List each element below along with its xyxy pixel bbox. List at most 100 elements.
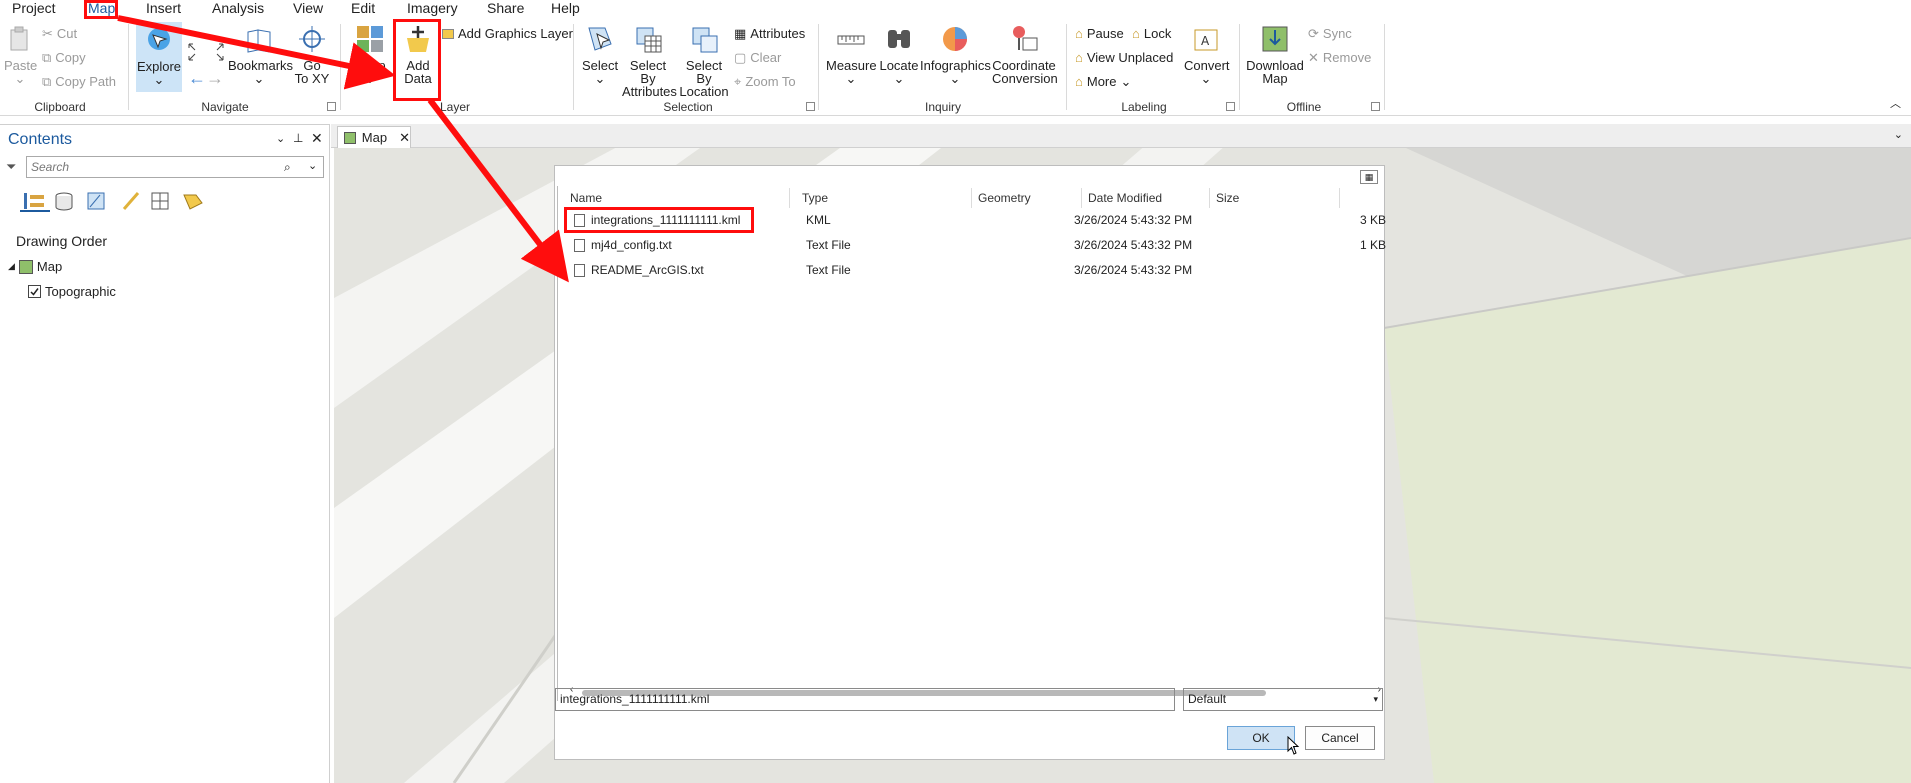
pause-label: Pause	[1086, 26, 1124, 41]
column-header-name[interactable]: Name	[564, 188, 790, 208]
menu-view[interactable]: View	[293, 0, 323, 18]
add-data-button[interactable]: Add Data	[398, 24, 438, 85]
select-button[interactable]: Select ⌄	[582, 24, 618, 85]
file-name-input[interactable]: integrations_1111111111.kml	[555, 688, 1175, 711]
cancel-button[interactable]: Cancel	[1305, 726, 1375, 750]
close-tab-icon[interactable]: ✕	[399, 130, 410, 146]
sync-button[interactable]: ⟳ Sync	[1308, 27, 1352, 40]
contents-pane: Contents ⌄ ⊥ ✕ ⏷ Search ⌕ ⌄ Drawing Orde…	[0, 124, 330, 783]
column-header-geometry[interactable]: Geometry	[972, 188, 1082, 208]
filter-icon[interactable]: ⏷	[6, 159, 16, 175]
menu-project[interactable]: Project	[12, 0, 56, 18]
ok-button[interactable]: OK	[1227, 726, 1295, 750]
locate-button[interactable]: Locate ⌄	[878, 24, 920, 85]
measure-button[interactable]: Measure ⌄	[826, 24, 877, 85]
sync-icon: ⟳	[1308, 26, 1319, 41]
layer-visibility-checkbox[interactable]	[28, 285, 41, 298]
file-filter-value: Default	[1188, 692, 1227, 706]
navigate-launcher-icon[interactable]	[327, 102, 336, 111]
cut-label: Cut	[56, 26, 78, 41]
attributes-label: Attributes	[750, 26, 806, 41]
file-list: Name Type Geometry Date Modified Size in…	[557, 186, 1386, 701]
column-header-date-modified[interactable]: Date Modified	[1082, 188, 1210, 208]
menu-analysis[interactable]: Analysis	[212, 0, 264, 18]
tab-map[interactable]: Map ✕	[337, 126, 411, 148]
coordinate-conversion-button[interactable]: Coordinate Conversion	[992, 24, 1058, 85]
labeling-launcher-icon[interactable]	[1226, 102, 1235, 111]
offline-group-label: Offline	[1286, 100, 1322, 114]
select-by-location-label-2: Location	[679, 84, 729, 99]
contents-view-icons[interactable]	[20, 189, 210, 213]
menu-insert[interactable]: Insert	[146, 0, 181, 18]
zoom-to-selection-button[interactable]: ⌖ Zoom To	[734, 75, 796, 88]
select-by-location-label-1: Select By	[685, 58, 723, 86]
file-name: README_ArcGIS.txt	[591, 263, 704, 277]
menu-edit[interactable]: Edit	[351, 0, 375, 18]
search-icon[interactable]: ⌕	[284, 160, 291, 175]
pause-labeling-button[interactable]: ⌂ Pause	[1075, 27, 1124, 40]
remove-button[interactable]: ✕ Remove	[1308, 51, 1371, 64]
select-by-attributes-label-1: Select By	[629, 58, 667, 86]
basemap-button[interactable]: p ⌄	[352, 24, 388, 85]
download-map-button[interactable]: Download Map	[1246, 24, 1304, 85]
inquiry-group-label: Inquiry	[924, 100, 962, 114]
file-row-config[interactable]: mj4d_config.txt Text File 3/26/2024 5:43…	[566, 233, 1386, 257]
add-graphics-layer-button[interactable]: Add Graphics Layer	[442, 27, 573, 40]
basemap-icon	[357, 26, 383, 52]
pane-options-icon[interactable]: ⌄	[276, 132, 285, 145]
dropdown-arrow-icon: ▾	[1373, 694, 1378, 704]
attributes-button[interactable]: ▦ Attributes	[734, 27, 805, 40]
explore-button[interactable]: Explore ⌄	[136, 22, 182, 92]
column-header-size[interactable]: Size	[1210, 188, 1340, 208]
pin-icon[interactable]: ⊥	[293, 131, 303, 145]
kml-file-icon	[574, 214, 585, 228]
select-by-attributes-icon	[636, 27, 662, 53]
column-header-type[interactable]: Type	[796, 188, 972, 208]
copy-path-button[interactable]: ⧉ Copy Path	[42, 75, 116, 88]
map-item-label: Map	[36, 259, 63, 274]
more-labeling-button[interactable]: ⌂ More ⌄	[1075, 75, 1131, 88]
clear-label: Clear	[750, 50, 782, 65]
menu-imagery[interactable]: Imagery	[407, 0, 458, 18]
menu-share[interactable]: Share	[487, 0, 524, 18]
contents-title: Contents	[8, 131, 73, 148]
collapse-ribbon-icon[interactable]: ︿	[1890, 98, 1901, 111]
view-options-icon[interactable]: ▦	[1360, 170, 1378, 184]
select-by-location-button[interactable]: Select By Location	[678, 24, 730, 98]
navigate-group-label: Navigate	[201, 100, 249, 114]
copy-icon: ⧉	[42, 50, 52, 65]
file-filter-select[interactable]: Default ▾	[1183, 688, 1383, 711]
full-extent-icon[interactable]	[186, 42, 226, 64]
clear-selection-button[interactable]: ▢ Clear	[734, 51, 781, 64]
menu-help[interactable]: Help	[551, 0, 580, 18]
go-to-xy-button[interactable]: Go To XY	[294, 24, 330, 85]
map-tab-strip: Map ✕ ⌄	[331, 124, 1911, 148]
offline-launcher-icon[interactable]	[1371, 102, 1380, 111]
tree-item-topographic[interactable]: Topographic	[28, 284, 116, 299]
remove-icon: ✕	[1308, 50, 1319, 65]
menu-map[interactable]: Map	[88, 0, 115, 18]
file-row-readme[interactable]: README_ArcGIS.txt Text File 3/26/2024 5:…	[566, 258, 1386, 282]
view-unplaced-icon: ⌂	[1075, 50, 1083, 65]
view-unplaced-button[interactable]: ⌂ View Unplaced	[1075, 51, 1173, 64]
copy-button[interactable]: ⧉ Copy	[42, 51, 86, 64]
select-by-attributes-button[interactable]: Select By Attributes	[622, 24, 677, 98]
contents-search-input[interactable]: Search	[26, 156, 324, 178]
cut-button[interactable]: ✂ Cut	[42, 27, 77, 40]
expand-arrow-icon[interactable]: ◢	[8, 261, 15, 272]
search-options-icon[interactable]: ⌄	[308, 159, 317, 172]
infographics-button[interactable]: Infographics ⌄	[920, 24, 991, 85]
lock-labeling-button[interactable]: ⌂ Lock	[1132, 27, 1171, 40]
file-row-kml[interactable]: integrations_1111111111.kml KML 3/26/202…	[566, 208, 1386, 232]
lock-label: Lock	[1143, 26, 1172, 41]
paste-button[interactable]: Paste ⌄	[4, 24, 37, 85]
bookmarks-button[interactable]: Bookmarks ⌄	[228, 24, 293, 85]
tab-overflow-icon[interactable]: ⌄	[1894, 128, 1903, 141]
add-data-label-2: Data	[404, 71, 432, 86]
convert-button[interactable]: A Convert ⌄	[1184, 24, 1230, 85]
selection-launcher-icon[interactable]	[806, 102, 815, 111]
convert-labels-icon: A	[1194, 29, 1218, 51]
back-forward-icons[interactable]: ←→	[186, 69, 226, 87]
close-pane-icon[interactable]: ✕	[311, 130, 323, 147]
tree-item-map[interactable]: ◢ Map	[8, 259, 62, 274]
